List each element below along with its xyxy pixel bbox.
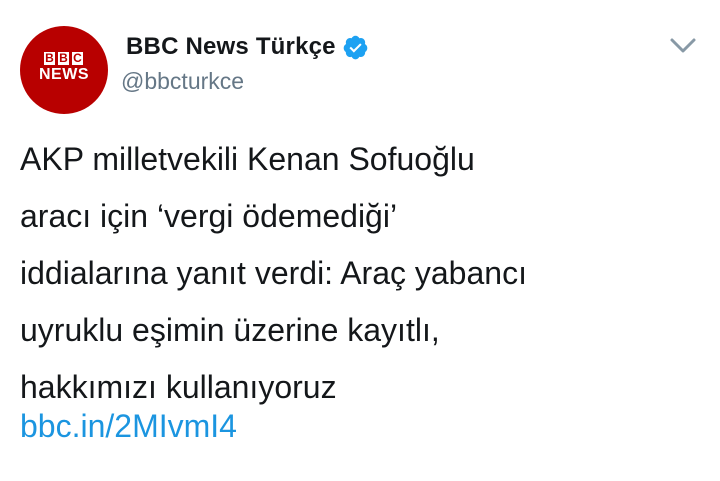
author-name-row: BBC News Türkçe	[126, 32, 369, 62]
tweet-text: AKP milletvekili Kenan Sofuoğlu aracı iç…	[20, 141, 527, 405]
author-handle[interactable]: @bbcturkce	[121, 68, 244, 95]
tweet-card: B B C NEWS BBC News Türkçe @bbcturkce AK…	[0, 0, 720, 481]
logo-letter: B	[58, 51, 69, 65]
author-display-name[interactable]: BBC News Türkçe	[126, 33, 336, 61]
logo-letter: C	[72, 51, 83, 65]
bbc-logo-blocks: B B C	[44, 52, 83, 65]
tweet-link[interactable]: bbc.in/2MIvmI4	[20, 398, 237, 455]
logo-word: NEWS	[39, 66, 89, 83]
verified-badge-icon	[342, 34, 369, 61]
logo-letter: B	[44, 51, 55, 65]
chevron-down-icon[interactable]	[664, 30, 702, 62]
avatar[interactable]: B B C NEWS	[20, 26, 108, 114]
